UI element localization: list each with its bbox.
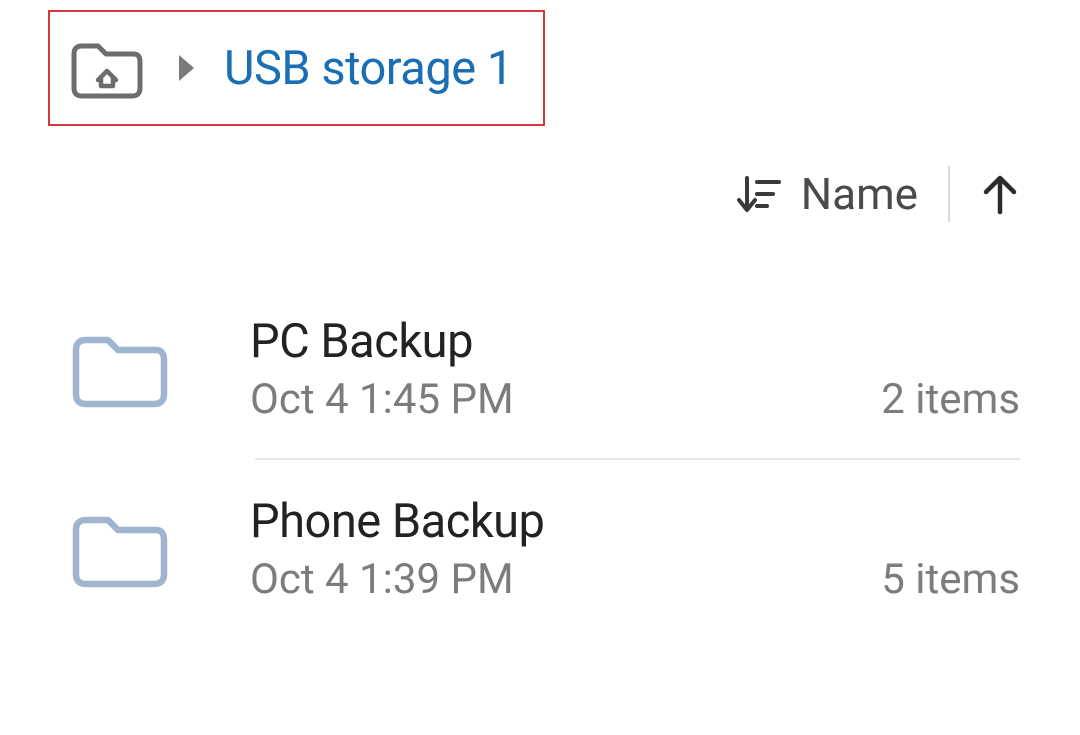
home-folder-icon[interactable] <box>68 36 146 100</box>
item-name: PC Backup <box>250 314 1020 369</box>
breadcrumb: USB storage 1 <box>48 10 545 126</box>
item-date: Oct 4 1:45 PM <box>250 375 514 424</box>
item-name: Phone Backup <box>250 494 1020 549</box>
folder-icon <box>60 328 180 410</box>
breadcrumb-current[interactable]: USB storage 1 <box>224 41 513 96</box>
divider <box>948 166 950 222</box>
chevron-right-icon <box>176 52 198 84</box>
list-item[interactable]: PC Backup Oct 4 1:45 PM 2 items <box>60 280 1020 458</box>
list-item-content: Phone Backup Oct 4 1:39 PM 5 items <box>250 494 1020 604</box>
list-item[interactable]: Phone Backup Oct 4 1:39 PM 5 items <box>60 460 1020 638</box>
sort-icon[interactable] <box>735 172 781 216</box>
item-count: 5 items <box>881 555 1020 604</box>
list-item-content: PC Backup Oct 4 1:45 PM 2 items <box>250 314 1020 424</box>
item-date: Oct 4 1:39 PM <box>250 555 514 604</box>
sort-label[interactable]: Name <box>801 168 918 220</box>
item-count: 2 items <box>881 375 1020 424</box>
sort-direction-icon[interactable] <box>980 170 1020 218</box>
folder-icon <box>60 508 180 590</box>
sort-bar: Name <box>0 126 1080 240</box>
file-list: PC Backup Oct 4 1:45 PM 2 items Phone Ba… <box>0 240 1080 638</box>
